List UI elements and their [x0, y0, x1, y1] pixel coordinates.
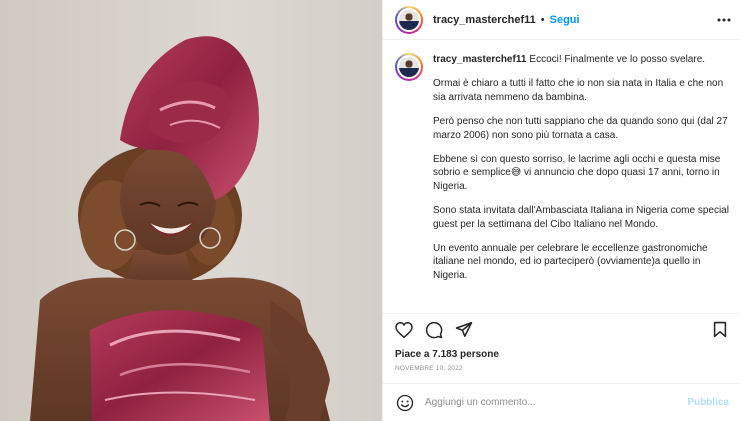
- avatar[interactable]: [395, 5, 423, 34]
- action-bar: [383, 313, 740, 345]
- bookmark-icon[interactable]: [709, 319, 731, 341]
- caption-username[interactable]: tracy_masterchef11: [433, 54, 526, 65]
- separator-dot: •: [540, 13, 545, 26]
- heart-icon[interactable]: [393, 319, 415, 341]
- caption-paragraph: Un evento annuale per celebrare le eccel…: [433, 243, 708, 281]
- caption-paragraph: Però penso che non tutti sappiano che da…: [433, 116, 728, 141]
- more-horizontal-icon[interactable]: [715, 11, 733, 29]
- caption-avatar[interactable]: [395, 53, 423, 81]
- comment-icon[interactable]: [423, 319, 445, 341]
- likes-count[interactable]: Piace a 7.183 persone: [395, 349, 499, 360]
- post-header: tracy_masterchef11 • Segui: [383, 0, 740, 40]
- smiley-icon[interactable]: [395, 393, 415, 413]
- post-photo[interactable]: [0, 0, 382, 421]
- caption-text: tracy_masterchef11 Eccoci! Finalmente ve …: [433, 53, 729, 282]
- comment-box: Pubblica: [383, 383, 740, 421]
- follow-button[interactable]: Segui: [550, 14, 580, 26]
- comment-input[interactable]: [425, 397, 688, 408]
- caption-paragraph: Ebbene sì con questo sorriso, le lacrime…: [433, 154, 721, 192]
- header-username[interactable]: tracy_masterchef11: [433, 14, 536, 26]
- post-caption: tracy_masterchef11 Eccoci! Finalmente ve …: [383, 41, 740, 313]
- share-icon[interactable]: [453, 319, 475, 341]
- portrait-image: [0, 0, 382, 421]
- caption-paragraph: Sono stata invitata dall'Ambasciata Ital…: [433, 205, 729, 230]
- caption-paragraph: Ormai è chiaro a tutti il fatto che io n…: [433, 78, 724, 103]
- publish-button[interactable]: Pubblica: [687, 397, 729, 408]
- caption-first-line: Eccoci! Finalmente ve lo posso svelare.: [529, 54, 706, 65]
- post-date: NOVEMBRE 10, 2022: [395, 365, 463, 372]
- post-panel: tracy_masterchef11 • Segui tracy_masterc…: [382, 0, 740, 421]
